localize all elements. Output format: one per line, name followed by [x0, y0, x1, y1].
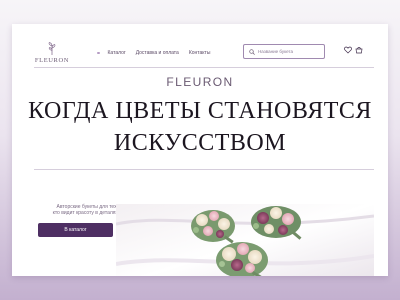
heart-icon[interactable]: [344, 46, 352, 54]
cart-icon[interactable]: [355, 46, 363, 54]
hero-divider: [34, 169, 374, 170]
search-icon: [249, 48, 255, 55]
logo-text: FLEURON: [34, 57, 70, 64]
page-card: FLEURON Каталог Доставка и оплата Контак…: [12, 24, 388, 276]
hero-title: КОГДА ЦВЕТЫ СТАНОВЯТСЯ ИСКУССТВОМ: [12, 95, 388, 159]
nav-item-catalog[interactable]: Каталог: [108, 50, 126, 56]
search-input[interactable]: Название букета: [243, 44, 325, 59]
main-nav: Каталог Доставка и оплата Контакты: [97, 50, 220, 56]
nav-item-contacts[interactable]: Контакты: [189, 50, 211, 56]
hero-title-line2: ИСКУССТВОМ: [113, 130, 287, 156]
hero-title-line1: КОГДА ЦВЕТЫ СТАНОВЯТСЯ: [28, 98, 372, 124]
nav-bullet: [97, 51, 100, 55]
bouquets-photo: [116, 204, 374, 276]
nav-item-delivery[interactable]: Доставка и оплата: [136, 50, 179, 56]
leaf-logo-icon: [48, 42, 56, 55]
catalog-button[interactable]: В каталог: [38, 223, 113, 237]
header-divider: [34, 67, 374, 68]
promo-tagline-line2: кто видит красоту в деталях: [52, 210, 118, 217]
promo-tagline: Авторские букеты для тех, кто видит крас…: [33, 204, 118, 217]
search-placeholder: Название букета: [258, 49, 293, 54]
logo[interactable]: FLEURON: [34, 42, 70, 64]
hero-brand: FLEURON: [166, 75, 234, 89]
